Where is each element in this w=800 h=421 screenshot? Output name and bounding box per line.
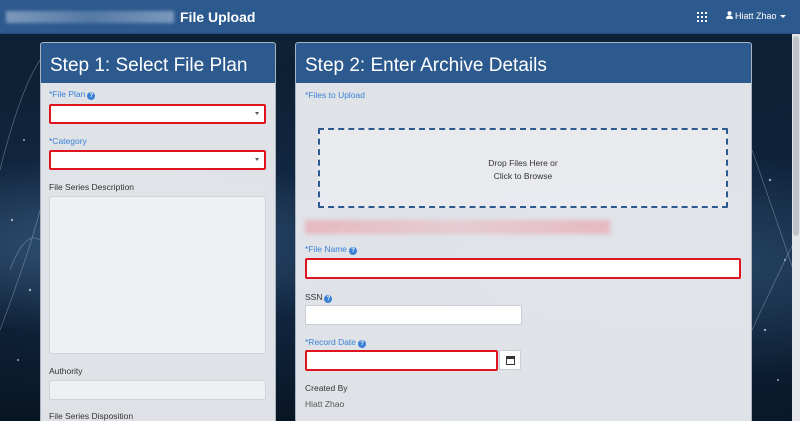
series-description-label: File Series Description (49, 182, 135, 192)
file-dropzone[interactable]: Drop Files Here or Click to Browse (318, 128, 728, 208)
dropzone-line2: Click to Browse (493, 171, 553, 181)
page-scrollbar[interactable] (792, 34, 800, 421)
calendar-icon (506, 356, 515, 365)
chevron-down-icon (779, 15, 786, 19)
file-plan-label: *File Plan? (49, 89, 96, 100)
series-description-textarea[interactable] (49, 196, 266, 354)
page-title: File Upload (180, 9, 256, 25)
user-icon (726, 11, 733, 21)
help-icon[interactable]: ? (349, 247, 358, 255)
file-name-label: *File Name? (305, 244, 358, 255)
grid-icon[interactable] (697, 12, 707, 22)
created-by-label: Created By (305, 383, 348, 393)
disposition-label: File Series Disposition (49, 411, 134, 421)
dropzone-line1: Drop Files Here or (488, 158, 558, 168)
top-navbar: File Upload Hiatt Zhao (0, 0, 800, 34)
created-by-value: Hiatt Zhao (305, 399, 345, 409)
ssn-input[interactable] (305, 305, 522, 325)
record-date-label: *Record Date? (305, 337, 367, 348)
authority-field[interactable] (49, 380, 266, 400)
help-icon[interactable]: ? (324, 295, 333, 303)
file-name-input[interactable] (305, 258, 741, 279)
chevron-down-icon (255, 112, 259, 115)
scrollbar-thumb[interactable] (793, 36, 799, 236)
chevron-down-icon (255, 158, 259, 161)
file-plan-select[interactable] (49, 104, 266, 124)
category-select[interactable] (49, 150, 266, 170)
files-to-upload-label: *Files to Upload (305, 90, 366, 100)
blurred-brand-logo (6, 11, 174, 23)
calendar-button[interactable] (499, 350, 521, 370)
ssn-label: SSN? (305, 292, 333, 303)
user-menu[interactable]: Hiatt Zhao (726, 11, 786, 21)
help-icon[interactable]: ? (358, 340, 367, 348)
category-label: *Category (49, 136, 87, 146)
authority-label: Authority (49, 366, 83, 376)
user-name: Hiatt Zhao (735, 11, 777, 21)
step2-title: Step 2: Enter Archive Details (296, 43, 751, 83)
record-date-input[interactable] (305, 350, 498, 371)
step1-title: Step 1: Select File Plan (41, 43, 275, 83)
help-icon[interactable]: ? (87, 92, 96, 100)
blurred-notice (305, 220, 610, 234)
